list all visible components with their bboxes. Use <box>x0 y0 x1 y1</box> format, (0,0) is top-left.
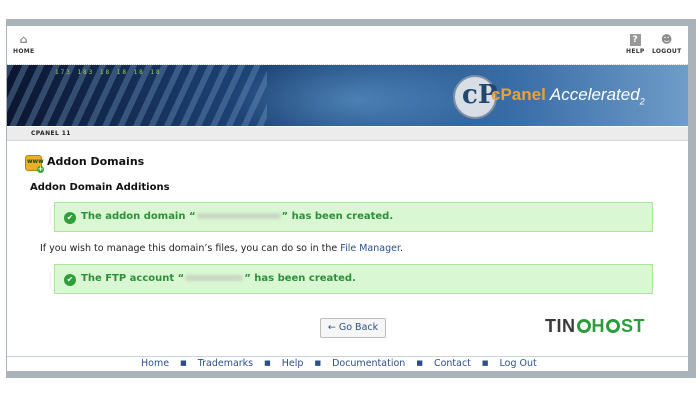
help-link[interactable]: ? HELP <box>626 34 645 55</box>
footer: Home ■ Trademarks ■ Help ■ Documentation ■ Conta… <box>7 356 688 371</box>
footer-contact-link[interactable]: Contact <box>434 358 471 369</box>
banner-world-map-graphic <box>227 65 487 126</box>
user-icon: ☻ <box>660 33 673 46</box>
home-link[interactable]: ⌂ HOME <box>13 33 35 56</box>
breadcrumb-cpanel[interactable]: CPANEL 11 <box>31 130 71 137</box>
breadcrumb: CPANEL 11 <box>7 127 688 141</box>
footer-home-link[interactable]: Home <box>141 358 169 369</box>
addon-domain-icon: www + <box>25 155 44 173</box>
footer-separator: ■ <box>481 359 489 367</box>
redacted-ftp-account <box>185 275 244 281</box>
top-navigation: ⌂ HOME ? HELP ☻ LOGOUT <box>7 26 688 65</box>
help-icon: ? <box>629 34 641 46</box>
footer-documentation-link[interactable]: Documentation <box>332 358 405 369</box>
page-title: Addon Domains <box>47 155 145 168</box>
home-icon: ⌂ <box>19 33 28 46</box>
domain-created-text: The addon domain “” has been created. <box>81 211 394 222</box>
footer-logout-link[interactable]: Log Out <box>500 358 537 369</box>
ftp-created-text: The FTP account “” has been created. <box>81 273 356 284</box>
check-icon: ✔ <box>64 274 76 286</box>
footer-separator: ■ <box>264 359 271 367</box>
footer-separator: ■ <box>416 359 423 367</box>
file-manager-link[interactable]: File Manager <box>340 243 400 254</box>
footer-separator: ■ <box>314 359 322 367</box>
cpanel-logo-text: cPanel Accelerated2 <box>491 85 645 107</box>
footer-links: Home ■ Trademarks ■ Help ■ Documentation ■ Conta… <box>141 358 537 369</box>
footer-help-link[interactable]: Help <box>282 358 304 369</box>
help-label: HELP <box>626 48 645 55</box>
redacted-domain <box>196 213 281 219</box>
footer-trademarks-link[interactable]: Trademarks <box>198 358 253 369</box>
footer-separator: ■ <box>180 359 187 367</box>
ftp-created-message: ✔ The FTP account “” has been created. <box>54 264 653 294</box>
home-label: HOME <box>13 48 35 55</box>
file-manager-info: If you wish to manage this domain’s file… <box>40 243 404 254</box>
domain-created-message: ✔ The addon domain “” has been created. <box>54 202 653 232</box>
check-icon: ✔ <box>64 212 76 224</box>
banner-ticker: 173 183 18 18 18 18 <box>55 69 162 76</box>
logout-label: LOGOUT <box>652 48 682 55</box>
cpanel-banner: 173 183 18 18 18 18 cP cPanel Accelerate… <box>7 65 688 126</box>
go-back-button[interactable]: ← Go Back <box>320 318 386 338</box>
section-title: Addon Domain Additions <box>30 182 170 193</box>
logout-link[interactable]: ☻ LOGOUT <box>652 33 682 56</box>
cpanel-page: ⌂ HOME ? HELP ☻ LOGOUT 173 183 18 18 18 … <box>7 26 688 371</box>
tinohost-watermark: TIN H ST <box>545 316 646 336</box>
